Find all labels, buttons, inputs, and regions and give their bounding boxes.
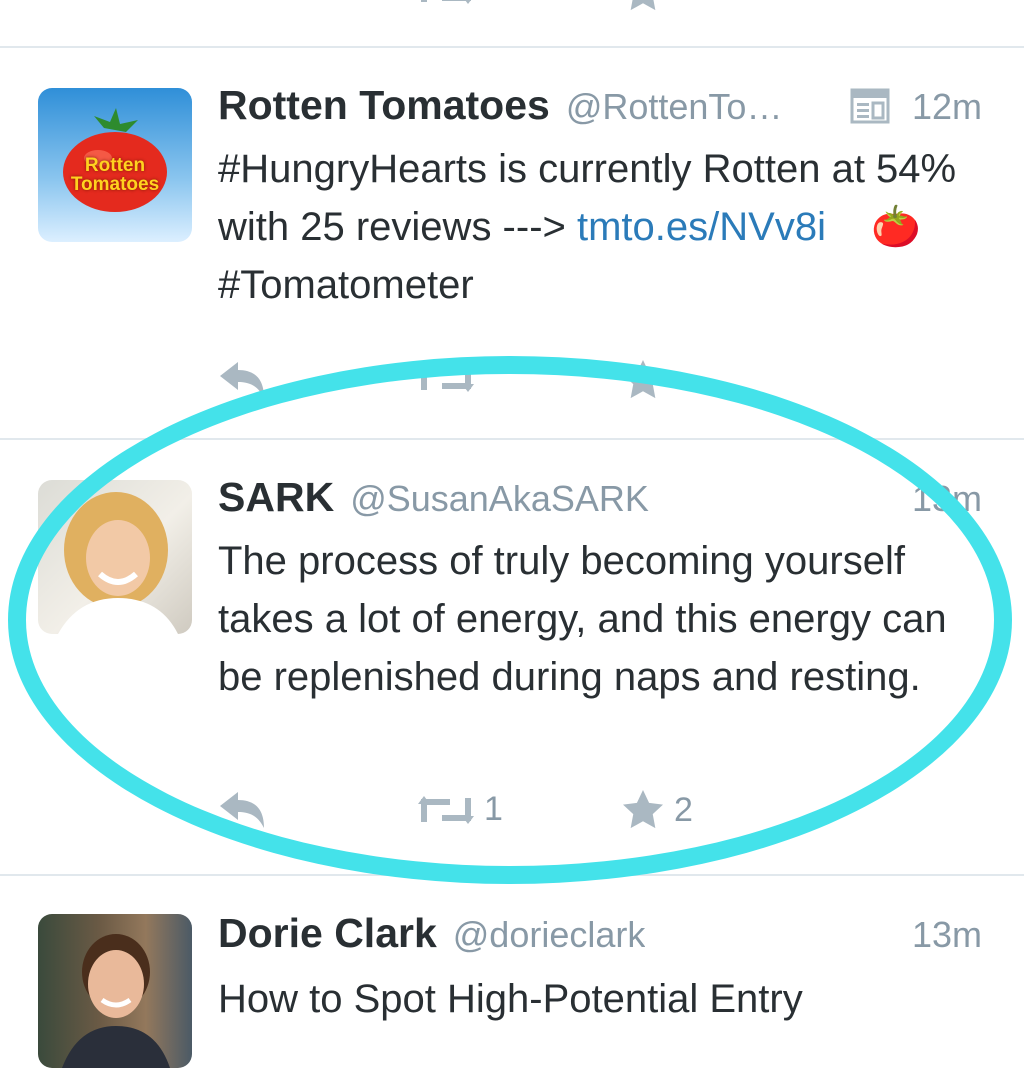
tweet-link[interactable]: tmto.es/NVv8i <box>577 205 826 249</box>
username[interactable]: @SusanAkaSARK <box>350 478 649 520</box>
retweet-icon <box>421 0 471 4</box>
avatar[interactable] <box>38 914 192 1068</box>
retweet-icon <box>418 364 474 392</box>
summary-card-icon <box>850 88 890 124</box>
favorite-icon <box>623 790 663 829</box>
tweet-rotten-tomatoes[interactable]: Rotten Tomatoes Rotten Tomatoes @RottenT… <box>0 48 1024 440</box>
tweet-actions: 1 2 <box>218 790 778 840</box>
avatar[interactable]: Rotten Tomatoes <box>38 88 192 242</box>
retweet-button[interactable]: 1 <box>418 790 503 829</box>
favorite-button[interactable] <box>622 360 664 400</box>
retweet-button[interactable] <box>418 0 474 8</box>
timestamp[interactable]: 13m <box>912 914 982 956</box>
tweet-sark[interactable]: SARK @SusanAkaSARK 13m The process of tr… <box>0 440 1024 874</box>
reply-button[interactable] <box>218 360 266 400</box>
retweet-button[interactable] <box>418 360 474 396</box>
dorie-clark-profile-photo <box>62 934 170 1068</box>
reply-button[interactable] <box>218 790 266 830</box>
retweet-icon <box>418 795 474 824</box>
favorite-button[interactable]: 2 <box>622 790 693 830</box>
favorite-count: 2 <box>674 790 693 829</box>
username[interactable]: @dorieclark <box>453 914 646 956</box>
display-name[interactable]: Rotten Tomatoes <box>218 82 550 129</box>
sark-profile-photo <box>58 492 178 634</box>
retweet-count: 1 <box>484 790 503 828</box>
hashtag-tomatometer[interactable]: #Tomatometer <box>218 263 474 307</box>
tweet-text: The process of truly becoming yourself t… <box>218 539 947 699</box>
tomato-emoji: 🍅 <box>871 205 921 249</box>
tweet-actions <box>218 360 778 410</box>
display-name[interactable]: SARK <box>218 474 334 521</box>
username[interactable]: @RottenTo… <box>566 86 783 128</box>
reply-icon <box>220 792 264 828</box>
timestamp[interactable]: 12m <box>912 86 982 128</box>
tweet-header: SARK @SusanAkaSARK <box>218 474 984 522</box>
tweet-dorie-clark[interactable]: Dorie Clark @dorieclark 13m How to Spot … <box>0 876 1024 1068</box>
favorite-icon <box>630 0 656 11</box>
avatar[interactable] <box>38 480 192 634</box>
tweet-text: #HungryHearts is currently Rotten at 54%… <box>218 140 980 314</box>
avatar-logo-text: Rotten Tomatoes <box>70 155 160 195</box>
favorite-icon <box>623 360 663 399</box>
favorite-button[interactable] <box>622 0 664 12</box>
display-name[interactable]: Dorie Clark <box>218 910 437 957</box>
previous-tweet-actions <box>218 0 778 22</box>
tweet-header: Dorie Clark @dorieclark <box>218 910 984 958</box>
reply-icon <box>220 362 264 398</box>
tweet-text: How to Spot High-Potential Entry <box>218 977 803 1021</box>
timestamp[interactable]: 13m <box>912 478 982 520</box>
